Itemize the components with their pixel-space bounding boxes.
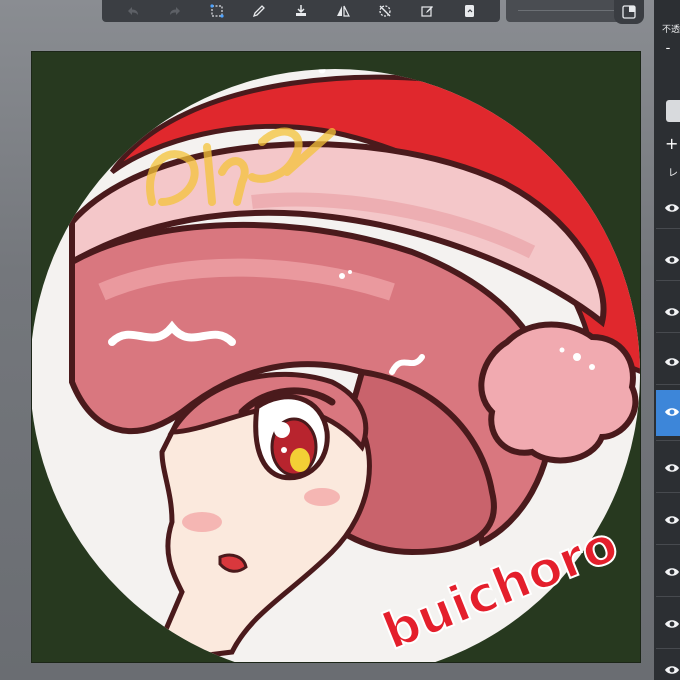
artwork-illustration: buichoro xyxy=(32,69,640,662)
copy-icon[interactable] xyxy=(461,3,477,19)
visibility-eye-icon[interactable] xyxy=(664,514,680,526)
edit-icon[interactable] xyxy=(419,3,435,19)
visibility-eye-icon[interactable] xyxy=(664,618,680,630)
visibility-eye-icon[interactable] xyxy=(664,356,680,368)
visibility-eye-icon[interactable] xyxy=(664,664,680,676)
layer-divider xyxy=(656,332,680,333)
opacity-label: 不透 xyxy=(662,25,680,35)
panel-toggle-button[interactable] xyxy=(614,0,644,24)
redo-icon[interactable] xyxy=(167,3,183,19)
transform-icon[interactable] xyxy=(209,3,225,19)
opacity-decrease-button[interactable]: - xyxy=(660,42,676,56)
layer-menu-button[interactable] xyxy=(666,100,680,122)
layer-divider xyxy=(656,492,680,493)
visibility-eye-icon[interactable] xyxy=(664,566,680,578)
layer-divider xyxy=(656,440,680,441)
top-toolbar xyxy=(102,0,500,22)
visibility-eye-icon[interactable] xyxy=(664,202,680,214)
undo-icon[interactable] xyxy=(125,3,141,19)
layer-divider xyxy=(656,596,680,597)
pen-icon[interactable] xyxy=(251,3,267,19)
window-icon xyxy=(622,5,636,19)
layer-divider xyxy=(656,384,680,385)
layer-divider xyxy=(656,648,680,649)
drawing-canvas[interactable]: buichoro xyxy=(32,52,640,662)
layer-divider xyxy=(656,228,680,229)
tablet-screen: 不透 - + レ buichoro xyxy=(0,0,680,680)
add-layer-button[interactable]: + xyxy=(665,136,678,152)
no-select-icon[interactable] xyxy=(377,3,393,19)
visibility-eye-icon[interactable] xyxy=(664,406,680,418)
visibility-eye-icon[interactable] xyxy=(664,254,680,266)
visibility-eye-icon[interactable] xyxy=(664,462,680,474)
visibility-eye-icon[interactable] xyxy=(664,306,680,318)
layer-divider xyxy=(656,544,680,545)
layer-divider xyxy=(656,280,680,281)
flip-icon[interactable] xyxy=(335,3,351,19)
fill-icon[interactable] xyxy=(293,3,309,19)
layer-label: レ xyxy=(668,168,678,179)
